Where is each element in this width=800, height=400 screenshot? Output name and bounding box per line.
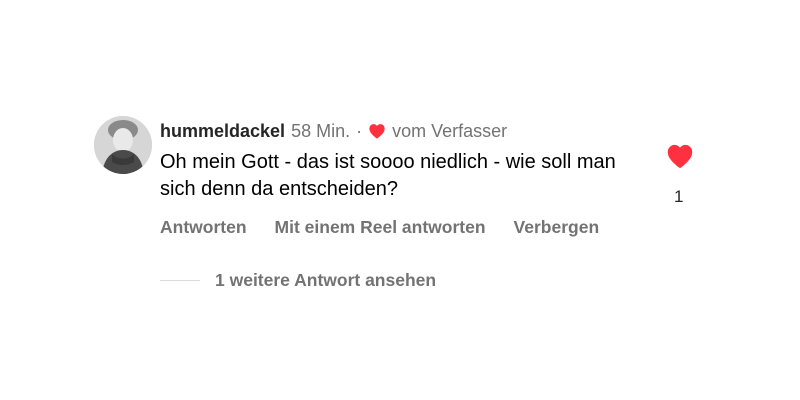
comment-actions: Antworten Mit einem Reel antworten Verbe… bbox=[160, 217, 599, 238]
avatar[interactable] bbox=[94, 116, 152, 174]
reel-reply-button[interactable]: Mit einem Reel antworten bbox=[275, 217, 486, 238]
comment-header: hummeldackel 58 Min. · vom Verfasser bbox=[160, 118, 507, 144]
like-button[interactable] bbox=[666, 143, 694, 169]
comment-thread: hummeldackel 58 Min. · vom Verfasser Oh … bbox=[0, 0, 800, 400]
view-more-replies-label[interactable]: 1 weitere Antwort ansehen bbox=[215, 270, 436, 291]
liked-by-author-label: vom Verfasser bbox=[392, 120, 508, 141]
hide-button[interactable]: Verbergen bbox=[514, 217, 600, 238]
view-more-replies[interactable]: 1 weitere Antwort ansehen bbox=[160, 269, 436, 291]
username[interactable]: hummeldackel bbox=[160, 121, 285, 142]
separator-dot: · bbox=[356, 120, 363, 141]
divider-line bbox=[160, 279, 200, 281]
heart-icon bbox=[368, 123, 386, 139]
comment-time[interactable]: 58 Min. bbox=[291, 121, 350, 142]
heart-filled-icon bbox=[667, 144, 693, 168]
avatar-image bbox=[94, 116, 152, 174]
reply-button[interactable]: Antworten bbox=[160, 217, 247, 238]
comment-text: Oh mein Gott - das ist soooo niedlich - … bbox=[160, 151, 616, 200]
like-count[interactable]: 1 bbox=[674, 187, 683, 207]
